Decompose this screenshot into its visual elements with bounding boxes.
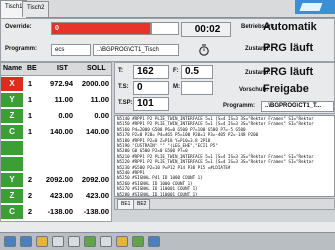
param-tsp-label: T.SP: (118, 100, 133, 106)
axis-soll: 140.00 (86, 127, 109, 136)
state-value: PRG läuft (263, 42, 314, 54)
mode-value: Automatik (263, 21, 317, 33)
axis-ist: 423.00 (50, 191, 73, 200)
axis-soll: 0.00 (94, 111, 109, 120)
param-t-value: 162 (133, 65, 169, 79)
axis-ist: 972.94 (50, 79, 73, 88)
table-row: C 2 -138.00 -138.00 (1, 205, 111, 220)
override-field[interactable]: 0 (51, 22, 151, 35)
col-name: Name (3, 65, 23, 72)
param-ts-value: 0 (133, 81, 169, 95)
col-soll: SOLL (87, 65, 106, 72)
feed-value: Freigabe (263, 83, 309, 95)
axis-name: Z (1, 109, 23, 123)
axis-soll: 2092.00 (81, 175, 109, 184)
tool-icon[interactable] (68, 236, 80, 247)
axis-soll: -138.00 (83, 207, 109, 216)
tab-be1[interactable]: BE1 (117, 199, 135, 209)
axis-soll: 2000.00 (81, 79, 109, 88)
bottom-toolbar (0, 232, 335, 250)
tab-tisch2[interactable]: Tisch2 (22, 1, 50, 17)
state2-value: PRG läuft (263, 66, 314, 78)
file-icon[interactable] (52, 236, 64, 247)
param-f-value: 0.5 (181, 65, 213, 79)
axis-name: C (1, 205, 23, 219)
program2-value[interactable]: ..\BGPROG\CT1_T... (261, 101, 334, 112)
axis-soll: 11.00 (90, 95, 109, 104)
axis-ist: -138.00 (47, 207, 73, 216)
nc-code-editor[interactable]: N5140 #RPP1 P2 PLIE_TWIN_INTERFACE 5=1 [… (114, 115, 335, 197)
table-row: Y 1 11.00 11.00 (1, 93, 111, 108)
axis-ist (37, 157, 73, 171)
axis-ist: 0.00 (58, 111, 73, 120)
axis-be: 2 (27, 191, 33, 200)
override-spare (151, 22, 179, 35)
col-be: BE (27, 65, 37, 72)
power-icon[interactable] (4, 236, 16, 247)
param-tsp-value: 101 (133, 97, 169, 111)
params-panel: T: 162 F: 0.5 T.S: 0 M: T.SP: 101 Zustan… (114, 62, 335, 114)
axis-ist: 2092.00 (45, 175, 73, 184)
program-label: Programm: (5, 46, 38, 52)
axis-be: 2 (27, 175, 33, 184)
axis-be: 1 (27, 111, 33, 120)
param-ts-label: T.S: (118, 84, 129, 90)
program-field-short[interactable]: ecs (51, 44, 91, 56)
param-t-label: T: (118, 68, 123, 74)
warning-icon[interactable] (116, 236, 128, 247)
axis-be: 1 (27, 79, 33, 88)
table-row (1, 157, 111, 172)
tab-bar: Tisch1 Tisch2 (0, 0, 335, 18)
axis-be: 2 (27, 207, 33, 216)
axis-name: C (1, 125, 23, 139)
axis-be: 1 (27, 127, 33, 136)
cycle-time: 00:02 (181, 22, 231, 37)
axis-name: X (1, 77, 23, 91)
table-row: Y 2 2092.00 2092.00 (1, 173, 111, 188)
table-row (1, 141, 111, 156)
axis-soll (73, 141, 109, 155)
table-row: Z 1 0.00 0.00 (1, 109, 111, 124)
table-row: X 1 972.94 2000.00 (1, 77, 111, 92)
axis-name: Y (1, 93, 23, 107)
timer-icon (198, 44, 210, 56)
axis-soll: 423.00 (86, 191, 109, 200)
axis-table: Name BE IST SOLL X 1 972.94 2000.00 Y 1 11.00 1… (0, 62, 112, 222)
axis-be: 1 (27, 95, 33, 104)
reset-icon[interactable] (20, 236, 32, 247)
param-m-value (181, 81, 213, 95)
program2-label: Programm: (223, 103, 256, 109)
axis-name (1, 141, 23, 155)
editor-tab-bar: BE1 BE2 (114, 198, 335, 210)
override-label: Override: (5, 24, 32, 30)
axis-name: Z (1, 189, 23, 203)
axis-be (23, 157, 37, 171)
info-icon[interactable] (148, 236, 160, 247)
brand-logo (295, 0, 335, 14)
axis-ist: 11.00 (54, 95, 73, 104)
settings-icon[interactable] (100, 236, 112, 247)
folder-icon[interactable] (36, 236, 48, 247)
param-f-label: F: (173, 68, 179, 74)
program-field-path[interactable]: ..\BGPROG\CT1_Tisch (93, 44, 179, 56)
code-line: N5220 #RPP1 P2 PLIE_TWIN_INTERFACE 5=1 [… (117, 159, 314, 165)
axis-soll (73, 157, 109, 171)
axis-name: Y (1, 173, 23, 187)
axis-name (1, 157, 23, 171)
col-ist: IST (57, 65, 68, 72)
param-m-label: M: (173, 84, 180, 90)
table-row: C 1 140.00 140.00 (1, 125, 111, 140)
axis-table-header: Name BE IST SOLL (1, 63, 111, 76)
tab-be2[interactable]: BE2 (133, 199, 151, 209)
chart-icon[interactable] (84, 236, 96, 247)
axis-be (23, 141, 37, 155)
header-panel: Override: 0 Programm: ecs ..\BGPROG\CT1_… (0, 18, 335, 62)
axis-ist (37, 141, 73, 155)
status-strip (0, 222, 335, 232)
axis-ist: 140.00 (50, 127, 73, 136)
grid-icon[interactable] (132, 236, 144, 247)
table-row: Z 2 423.00 423.00 (1, 189, 111, 204)
